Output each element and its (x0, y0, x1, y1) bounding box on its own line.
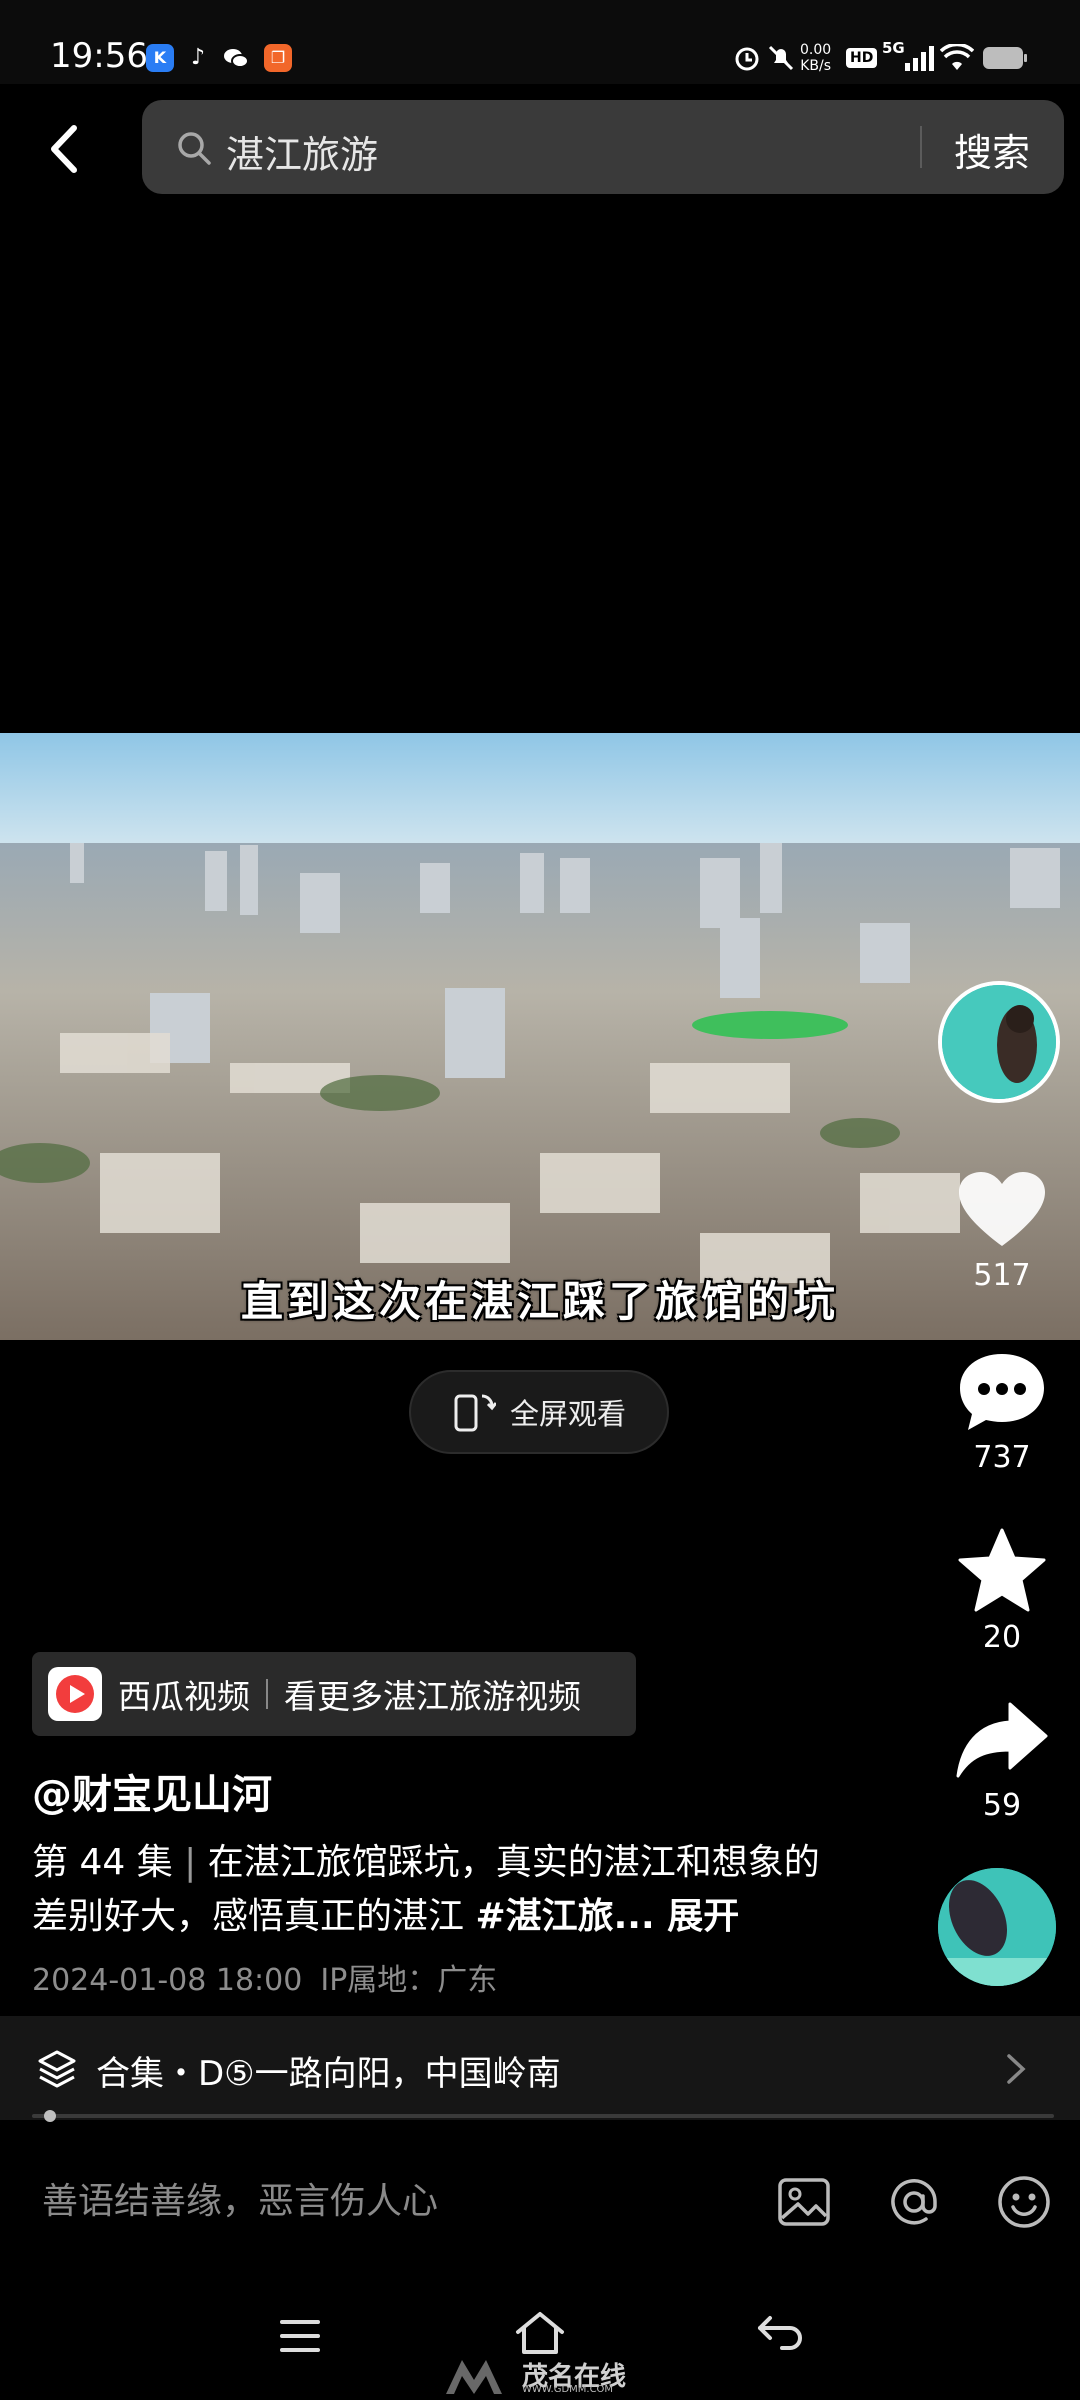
xigua-app-name: 西瓜视频 (118, 1677, 250, 1716)
share-icon (956, 1702, 1048, 1778)
network-speed-value: 0.00 (800, 42, 832, 58)
search-input[interactable]: 湛江旅游 (226, 124, 378, 179)
video-player[interactable] (0, 733, 1080, 1340)
heart-icon (959, 1172, 1045, 1246)
status-bar: 19:56 K ♪ ❐ 0.00 KB/s HD 5G (0, 0, 1080, 84)
share-count: 59 (982, 1788, 1022, 1823)
tiktok-icon: ♪ (190, 45, 206, 70)
episode-divider: | (172, 1842, 208, 1883)
battery-icon (982, 40, 1028, 76)
mute-icon (766, 40, 796, 76)
menu-icon[interactable] (280, 2318, 320, 2354)
video-frame (0, 733, 1080, 1340)
wechat-icon (222, 44, 250, 72)
image-icon[interactable] (776, 2174, 832, 2230)
episode-label: 第 44 集 (32, 1842, 173, 1883)
back-button[interactable] (40, 118, 92, 180)
app-icon: ❐ (264, 44, 292, 72)
emoji-icon[interactable] (996, 2174, 1052, 2230)
chevron-right-icon (1007, 2054, 1026, 2084)
hashtag-link[interactable]: #湛江旅... (475, 1896, 654, 1937)
fullscreen-button[interactable]: 全屏观看 (409, 1370, 669, 1454)
xigua-banner[interactable]: 西瓜视频 看更多湛江旅游视频 (32, 1652, 636, 1736)
comment-count: 737 (973, 1440, 1031, 1475)
banner-divider (266, 1679, 268, 1709)
signal-icon: 5G (882, 39, 935, 76)
post-meta: 2024-01-08 18:00 IP属地：广东 (32, 1955, 497, 1999)
status-time: 19:56 (50, 36, 148, 76)
xigua-logo-icon (48, 1667, 102, 1721)
collection-bar[interactable]: 合集・D⑤一路向阳，中国岭南 (0, 2016, 1080, 2120)
search-button[interactable]: 搜索 (954, 122, 1030, 177)
comment-icon (960, 1354, 1044, 1430)
mention-icon[interactable] (886, 2174, 942, 2230)
music-disc[interactable] (938, 1868, 1056, 1986)
video-subtitle: 直到这次在湛江踩了旅馆的坑 (240, 1277, 839, 1326)
like-button[interactable]: 517 (940, 1170, 1064, 1293)
search-bar[interactable]: 湛江旅游 搜索 (142, 100, 1064, 194)
rotate-phone-icon (454, 1394, 496, 1432)
ip-location: IP属地：广东 (320, 1963, 498, 1998)
watermark-subtext: WWW.GDMM.COM (522, 2384, 614, 2395)
hd-label: HD (846, 48, 878, 68)
post-date: 2024-01-08 18:00 (32, 1963, 303, 1998)
favorite-button[interactable]: 20 (940, 1528, 1064, 1655)
fullscreen-label: 全屏观看 (509, 1397, 626, 1431)
layers-icon (38, 2050, 76, 2088)
music-disc-image (938, 1868, 1056, 1986)
search-divider (920, 126, 922, 168)
expand-button[interactable]: 展开 (655, 1896, 739, 1937)
author-avatar[interactable] (938, 981, 1060, 1103)
comment-button[interactable]: 737 (940, 1352, 1064, 1475)
favorite-count: 20 (982, 1620, 1022, 1655)
wifi-icon (940, 40, 974, 76)
alarm-icon (732, 40, 762, 76)
share-button[interactable]: 59 (940, 1700, 1064, 1823)
xigua-banner-text: 看更多湛江旅游视频 (284, 1677, 581, 1716)
network-type: 5G (882, 39, 905, 57)
search-icon (178, 132, 211, 165)
star-icon (958, 1528, 1046, 1612)
video-progress-handle[interactable] (44, 2110, 56, 2122)
network-speed-unit: KB/s (800, 58, 831, 74)
back-nav-icon[interactable] (756, 2312, 804, 2354)
video-progress-track[interactable] (32, 2114, 1054, 2118)
post-description: 第 44 集 | 在湛江旅馆踩坑，真实的湛江和想象的差别好大，感悟真正的湛江 #… (32, 1836, 852, 1944)
like-count: 517 (973, 1258, 1031, 1293)
avatar-image (942, 985, 1056, 1099)
kwai-icon: K (146, 44, 174, 72)
hd-icon: HD (846, 40, 878, 76)
collection-label: 合集・D⑤一路向阳，中国岭南 (96, 2054, 561, 2094)
author-name[interactable]: @财宝见山河 (32, 1762, 272, 1820)
comment-input[interactable]: 善语结善缘，恶言伤人心 (42, 2172, 438, 2224)
network-speed: 0.00 KB/s (800, 42, 831, 74)
